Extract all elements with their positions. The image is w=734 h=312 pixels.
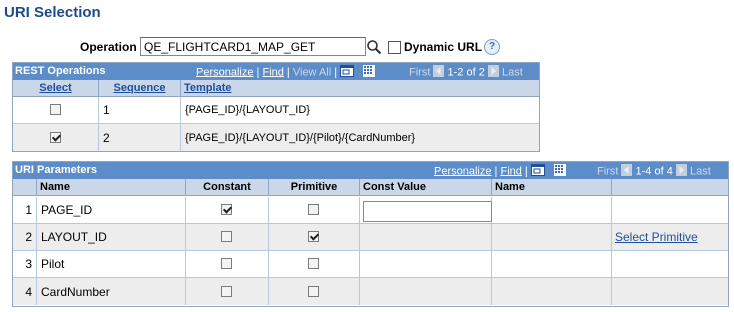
col-action <box>612 179 728 196</box>
last-link[interactable]: Last <box>690 165 711 177</box>
constant-checkbox[interactable] <box>221 285 232 297</box>
operation-label: Operation <box>80 40 137 54</box>
const-value-input[interactable] <box>363 201 492 222</box>
page-title: URI Selection <box>4 4 101 21</box>
row-number: 2 <box>25 230 32 244</box>
uri-parameters-grid: URI Parameters Personalize | Find | Firs… <box>12 161 729 307</box>
parameter-name: LAYOUT_ID <box>41 230 107 244</box>
select-checkbox[interactable] <box>49 104 61 115</box>
template-cell: {PAGE_ID}/{LAYOUT_ID} <box>185 104 310 116</box>
row-number: 3 <box>25 257 32 271</box>
col-const-value: Const Value <box>360 179 492 196</box>
select-checkbox[interactable] <box>49 131 61 143</box>
table-row: 1 {PAGE_ID}/{LAYOUT_ID} <box>13 97 539 124</box>
new-window-icon[interactable] <box>530 164 545 179</box>
primitive-checkbox[interactable] <box>308 231 319 242</box>
uri-parameters-header: URI Parameters Personalize | Find | Firs… <box>13 162 728 179</box>
col-name-2: Name <box>492 179 612 196</box>
col-sequence[interactable]: Sequence <box>99 80 181 97</box>
col-primitive: Primitive <box>269 179 360 196</box>
rest-operations-grid: REST Operations Personalize | Find | Vie… <box>12 62 540 152</box>
rest-operations-header: REST Operations Personalize | Find | Vie… <box>13 63 539 80</box>
row-number: 1 <box>25 203 32 217</box>
next-arrow-icon[interactable] <box>487 65 499 80</box>
row-range: 1-2 of 2 <box>447 66 485 79</box>
sequence-cell: 2 <box>103 130 110 145</box>
rest-operations-title: REST Operations <box>15 65 106 77</box>
col-row-number <box>13 179 37 196</box>
dynamic-url-label: Dynamic URL <box>404 40 483 54</box>
row-range: 1-4 of 4 <box>635 165 673 178</box>
new-window-icon[interactable] <box>340 65 355 80</box>
row-number: 4 <box>25 284 32 299</box>
first-link[interactable]: First <box>597 165 618 177</box>
last-link[interactable]: Last <box>502 66 523 78</box>
constant-checkbox[interactable] <box>221 204 232 215</box>
first-link[interactable]: First <box>409 66 430 78</box>
operation-input[interactable] <box>140 37 366 56</box>
personalize-link[interactable]: Personalize <box>434 165 491 177</box>
select-primitive-link[interactable]: Select Primitive <box>615 230 698 244</box>
primitive-checkbox[interactable] <box>308 258 319 269</box>
operation-row: Operation Dynamic URL ? <box>0 36 734 58</box>
table-row: 2 {PAGE_ID}/{LAYOUT_ID}/{Pilot}/{CardNum… <box>13 124 539 151</box>
help-icon[interactable]: ? <box>484 39 500 55</box>
template-cell: {PAGE_ID}/{LAYOUT_ID}/{Pilot}/{CardNumbe… <box>185 131 416 144</box>
personalize-link[interactable]: Personalize <box>196 66 253 78</box>
table-row: 1 PAGE_ID <box>13 197 728 224</box>
table-row: 2 LAYOUT_ID Select Primitive <box>13 224 728 251</box>
constant-checkbox[interactable] <box>221 258 232 269</box>
sequence-cell: 1 <box>103 103 110 117</box>
col-select[interactable]: Select <box>13 80 99 97</box>
primitive-checkbox[interactable] <box>308 285 319 297</box>
download-icon[interactable] <box>363 65 376 80</box>
dynamic-url-checkbox[interactable] <box>388 41 401 54</box>
parameter-name: PAGE_ID <box>41 203 93 217</box>
primitive-checkbox[interactable] <box>308 204 319 215</box>
next-arrow-icon[interactable] <box>675 164 687 179</box>
table-row: 3 Pilot <box>13 251 728 278</box>
col-template[interactable]: Template <box>181 80 539 97</box>
previous-arrow-icon[interactable] <box>621 164 633 179</box>
find-link[interactable]: Find <box>500 165 521 177</box>
download-icon[interactable] <box>553 164 566 179</box>
previous-arrow-icon[interactable] <box>433 65 445 80</box>
magnifier-icon[interactable] <box>366 39 382 55</box>
parameter-name: Pilot <box>41 257 65 271</box>
view-all-link[interactable]: View All <box>293 66 331 78</box>
table-row: 4 CardNumber <box>13 278 728 305</box>
col-constant: Constant <box>186 179 269 196</box>
uri-parameters-title: URI Parameters <box>15 164 97 176</box>
parameter-name: CardNumber <box>41 284 110 299</box>
constant-checkbox[interactable] <box>221 231 232 242</box>
col-name: Name <box>37 179 186 196</box>
find-link[interactable]: Find <box>262 66 283 78</box>
